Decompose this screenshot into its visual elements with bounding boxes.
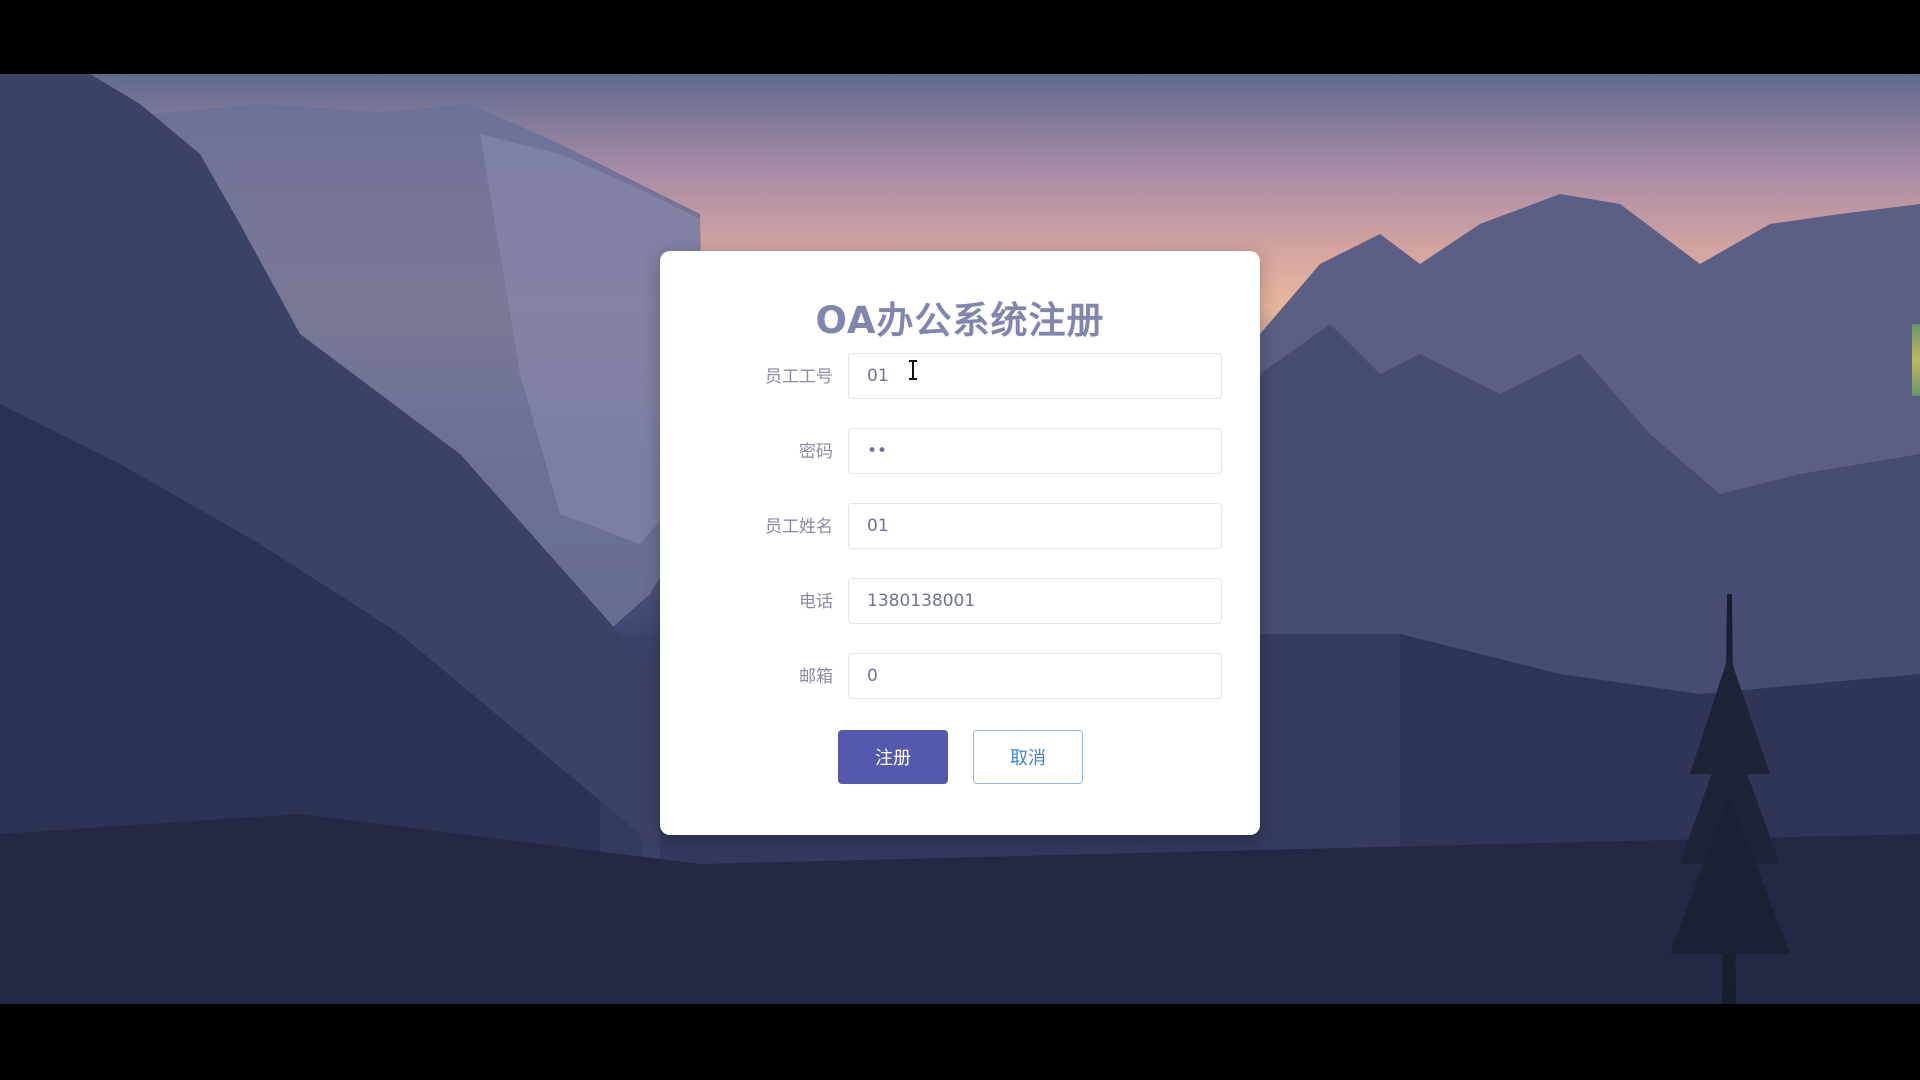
- text-cursor-icon: [909, 360, 917, 380]
- employee-name-label: 员工姓名: [765, 517, 833, 537]
- side-level-meter: [1912, 324, 1920, 396]
- phone-input[interactable]: [848, 578, 1222, 624]
- email-input[interactable]: [848, 653, 1222, 699]
- register-dialog: OA办公系统注册 员工工号 密码 员工姓名 电话 邮箱 注册 取消: [660, 251, 1260, 835]
- phone-label: 电话: [799, 592, 833, 612]
- form-row-employee-name: 员工姓名: [660, 503, 1260, 551]
- employee-name-input[interactable]: [848, 503, 1222, 549]
- form-row-phone: 电话: [660, 578, 1260, 626]
- screen: OA办公系统注册 员工工号 密码 员工姓名 电话 邮箱 注册 取消: [0, 0, 1920, 1080]
- form-row-employee-id: 员工工号: [660, 353, 1260, 401]
- password-label: 密码: [799, 442, 833, 462]
- dialog-title: OA办公系统注册: [815, 299, 1105, 342]
- password-input[interactable]: [848, 428, 1222, 474]
- register-button[interactable]: 注册: [838, 730, 948, 784]
- employee-id-input[interactable]: [848, 353, 1222, 399]
- email-label: 邮箱: [799, 667, 833, 687]
- employee-id-label: 员工工号: [765, 367, 833, 387]
- form-row-password: 密码: [660, 428, 1260, 476]
- cancel-button[interactable]: 取消: [973, 730, 1083, 784]
- form-row-email: 邮箱: [660, 653, 1260, 701]
